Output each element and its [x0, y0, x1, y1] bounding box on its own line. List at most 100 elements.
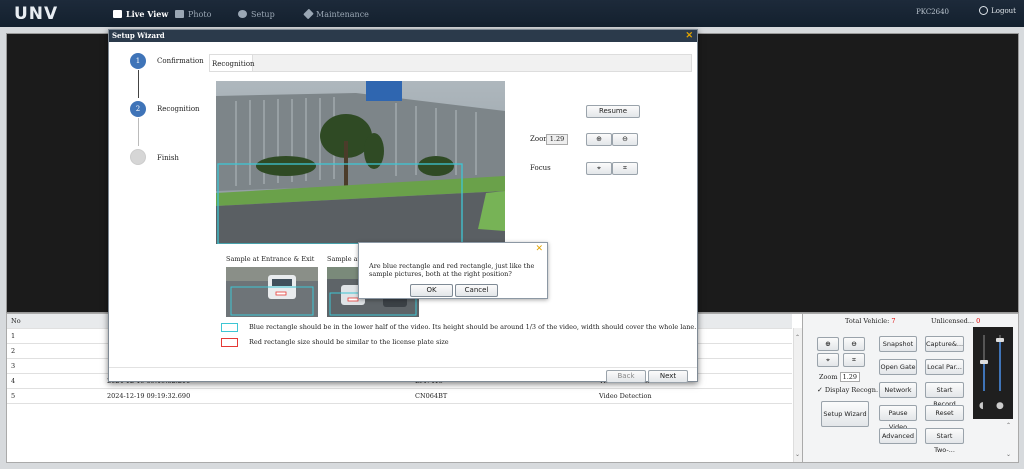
zoom-in-button[interactable]: ⊕	[586, 133, 612, 146]
local-par-button[interactable]: Local Par...	[925, 359, 964, 375]
step-2-label: Recognition	[157, 105, 200, 113]
back-button[interactable]: Back	[606, 370, 646, 383]
focus-label: Focus	[530, 164, 551, 172]
nav-setup[interactable]: Setup	[238, 8, 275, 20]
setup-wizard-button[interactable]: Setup Wizard	[821, 401, 869, 427]
step-1-label: Confirmation	[157, 57, 204, 65]
unlicensed-value: 0	[976, 317, 981, 325]
step-2-indicator: 2	[130, 101, 146, 117]
snapshot-button[interactable]: Snapshot	[879, 336, 917, 352]
column-header-no: No	[11, 317, 21, 325]
footer-divider	[109, 367, 697, 368]
row-number: 5	[11, 392, 16, 400]
row-number: 2	[11, 347, 16, 355]
zoom-in-icon: ⊕	[596, 135, 602, 143]
start-record-button[interactable]: Start Record	[925, 382, 964, 408]
open-gate-button[interactable]: Open Gate	[879, 359, 917, 375]
zoom-in-icon: ⊕	[825, 340, 831, 348]
unlicensed-label: Unlicensed...	[931, 317, 975, 325]
zoom-out-button[interactable]: ⊖	[843, 337, 865, 351]
zoom-out-button[interactable]: ⊖	[612, 133, 638, 146]
next-button[interactable]: Next	[648, 370, 688, 383]
nav-label: Maintenance	[316, 9, 369, 19]
nav-live-view[interactable]: Live View	[113, 8, 168, 20]
row-plate: CN064BT	[415, 392, 448, 400]
dialog-title: Setup Wizard	[112, 31, 165, 40]
chevron-down-icon[interactable]: ⌄	[795, 451, 800, 458]
focus-near-button[interactable]: ⌖	[586, 162, 612, 175]
focus-near-icon: ⌖	[597, 164, 601, 172]
step-3-label: Finish	[157, 154, 179, 162]
start-two-button[interactable]: Start Two-...	[925, 428, 964, 454]
focus-far-button[interactable]: ⌗	[612, 162, 638, 175]
zoom-out-icon: ⊖	[622, 135, 628, 143]
focus-far-icon: ⌗	[623, 164, 627, 172]
wrench-icon	[303, 8, 314, 20]
zoom-value-field: 1.29	[546, 134, 568, 145]
confirm-message: Are blue rectangle and red rectangle, ju…	[369, 262, 535, 278]
panel-scrollbar[interactable]: ⌃ ⌄	[1006, 422, 1014, 458]
mic-slider-handle[interactable]	[996, 338, 1004, 342]
row-number: 4	[11, 377, 16, 385]
close-icon[interactable]: ✕	[535, 244, 543, 254]
display-recog-checkbox[interactable]: ✓ Display Recogn.	[817, 386, 878, 394]
capture-button[interactable]: Capture&...	[925, 336, 964, 352]
nav-label: Photo	[188, 9, 212, 19]
zoom-in-button[interactable]: ⊕	[817, 337, 839, 351]
total-vehicle-label: Total Vehicle:	[845, 317, 890, 325]
sample-entrance-label: Sample at Entrance & Exit	[226, 255, 315, 263]
power-icon	[979, 6, 989, 15]
network-button[interactable]: Network	[879, 382, 917, 398]
red-rectangle-swatch	[221, 338, 238, 347]
camera-preview[interactable]	[216, 81, 505, 244]
brand-logo: UNV	[14, 4, 59, 24]
red-rectangle-hint: Red rectangle size should be similar to …	[249, 338, 449, 346]
step-1-indicator: 1	[130, 53, 146, 69]
cancel-button[interactable]: Cancel	[455, 284, 498, 297]
control-panel: Total Vehicle: 7 Unlicensed... 0 ⊕ ⊖ ⌖ ⌗…	[802, 313, 1019, 463]
total-vehicle: Total Vehicle: 7	[845, 317, 896, 325]
top-bar: UNV Live View Photo Setup Maintenance PK…	[0, 0, 1024, 27]
nav-label: Setup	[251, 9, 275, 19]
focus-near-icon: ⌖	[826, 356, 830, 364]
logout-label: Logout	[991, 6, 1016, 15]
reset-button[interactable]: Reset	[925, 405, 964, 421]
unlicensed: Unlicensed... 0	[931, 317, 980, 325]
photo-icon	[175, 10, 184, 18]
row-type: Video Detection	[599, 392, 652, 400]
chevron-up-icon[interactable]: ⌃	[795, 334, 800, 341]
total-vehicle-value: 7	[891, 317, 896, 325]
speaker-slider-handle[interactable]	[980, 360, 988, 364]
chevron-down-icon[interactable]: ⌄	[1006, 451, 1011, 458]
current-user: PKC2640	[916, 8, 949, 16]
sample-entrance-image	[226, 267, 318, 317]
blue-rectangle-swatch	[221, 323, 238, 332]
speaker-icon[interactable]: ◖	[979, 401, 984, 411]
zoom-out-icon: ⊖	[851, 340, 857, 348]
pause-video-button[interactable]: Pause Video	[879, 405, 917, 431]
logout-button[interactable]: Logout	[979, 6, 1016, 15]
display-recog-label: Display Recogn.	[824, 386, 879, 394]
dialog-title-bar: Setup Wizard ✕	[109, 30, 697, 42]
volume-slider-panel: ◖ ●	[973, 327, 1013, 419]
row-number: 3	[11, 362, 16, 370]
row-number: 1	[11, 332, 16, 340]
focus-far-button[interactable]: ⌗	[843, 353, 865, 367]
close-icon[interactable]: ✕	[685, 30, 693, 42]
tab-recognition[interactable]: Recognition	[210, 55, 255, 71]
nav-photo[interactable]: Photo	[175, 8, 211, 20]
blue-rectangle-hint: Blue rectangle should be in the lower ha…	[249, 323, 697, 331]
advanced-button[interactable]: Advanced	[879, 428, 917, 444]
microphone-icon[interactable]: ●	[996, 401, 1004, 411]
ok-button[interactable]: OK	[410, 284, 453, 297]
nav-label: Live View	[126, 9, 169, 19]
tab-bar: Recognition	[209, 54, 692, 72]
chevron-up-icon[interactable]: ⌃	[1006, 422, 1011, 429]
focus-near-button[interactable]: ⌖	[817, 353, 839, 367]
setup-wizard-dialog: Setup Wizard ✕ 1 Confirmation 2 Recognit…	[108, 29, 698, 383]
zoom-label: Zoom	[819, 373, 838, 381]
nav-maintenance[interactable]: Maintenance	[303, 8, 369, 20]
resume-button[interactable]: Resume	[586, 105, 640, 118]
zoom-readout: Zoom 1.29	[819, 372, 861, 382]
table-row[interactable]: 5 2024-12-19 09:19:32.690 CN064BT Video …	[7, 389, 792, 404]
